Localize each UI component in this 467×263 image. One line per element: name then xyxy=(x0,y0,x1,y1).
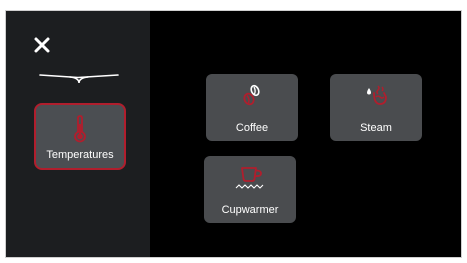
cupwarmer-label: Cupwarmer xyxy=(221,204,279,216)
coffee-label: Coffee xyxy=(235,122,269,134)
steam-icon xyxy=(364,84,388,106)
steam-tile[interactable]: Steam xyxy=(330,74,422,141)
cupwarmer-icon xyxy=(233,164,267,192)
sidebar-item-temperatures[interactable]: Temperatures xyxy=(34,103,126,170)
sidebar: Temperatures xyxy=(6,11,150,257)
app-window: Temperatures Coffee Steam Cupwarmer xyxy=(5,10,462,258)
brand-swoosh-icon xyxy=(38,71,120,85)
close-button[interactable] xyxy=(30,33,54,57)
coffee-bean-icon xyxy=(240,84,264,106)
close-icon xyxy=(34,37,50,53)
coffee-tile[interactable]: Coffee xyxy=(206,74,298,141)
steam-label: Steam xyxy=(360,122,392,134)
cupwarmer-tile[interactable]: Cupwarmer xyxy=(204,156,296,223)
thermometer-icon xyxy=(71,115,89,143)
sidebar-item-label: Temperatures xyxy=(46,149,114,161)
